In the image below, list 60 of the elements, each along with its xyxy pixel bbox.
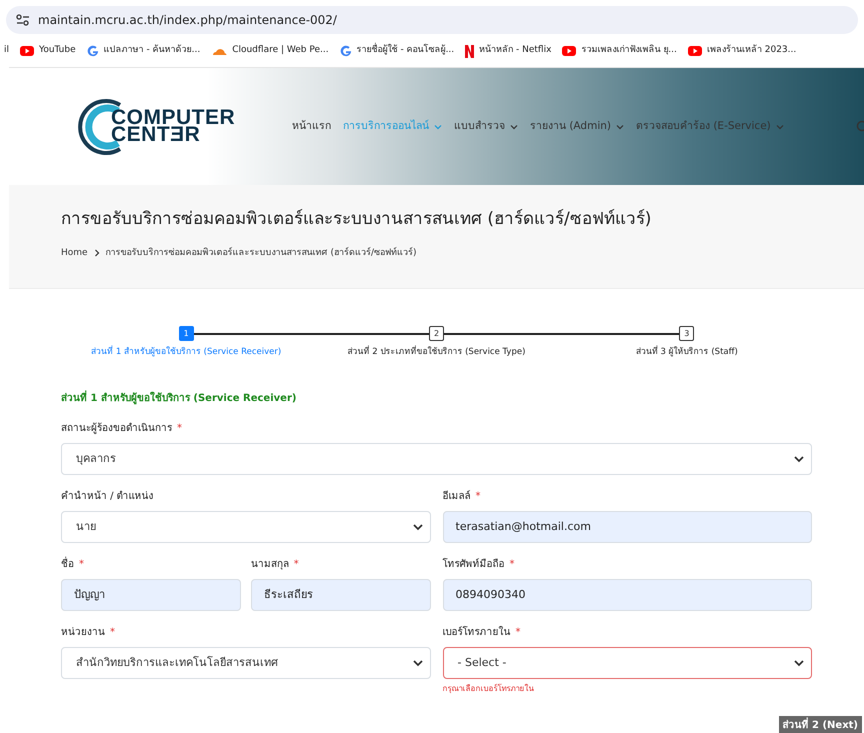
required-mark: * [110,626,115,639]
input-field[interactable]: ธีระเสถียร [250,578,430,611]
play-icon [20,46,34,56]
breadcrumb-text: การขอรับบริการซ่อมคอมพิวเตอร์และระบบงานสารสนเทศ (ฮาร์ดแวร์/ซอฟท์แวร์) [106,246,416,260]
page-title: การขอรับบริการซ่อมคอมพิวเตอร์และระบบงานสารสนเทศ (ฮาร์ดแวร์/ซอฟท์แวร์) [61,208,652,231]
input-field[interactable]: terasatian@hotmail.com [442,510,812,543]
google-g-icon [340,45,352,57]
required-mark: * [476,490,480,503]
nav-link[interactable]: แบบสำรวจ [454,118,518,134]
chevron-right-icon [94,249,100,258]
nav-link[interactable]: หน้าแรก [292,118,331,134]
input-field[interactable]: ปัญญา [61,578,241,611]
site-settings-icon [16,14,30,26]
required-mark: * [177,422,182,435]
field-label: สถานะผู้ร้องขอดำเนินการ [61,422,172,435]
step-label: ส่วนที่ 2 ประเภทที่ขอใช้บริการ (Service Type) [348,346,526,359]
breadcrumb-link[interactable]: Home [61,246,88,260]
field-label: เบอร์โทรภายใน [442,625,510,639]
required-mark: * [510,558,514,571]
netflix-n-icon [465,44,474,58]
bookmark-link[interactable]: Cloudflare | Web Pe... [232,44,329,58]
required-mark: * [79,558,84,571]
address-bar[interactable]: maintain.mcru.ac.th/index.php/maintenance-002/ [6,6,858,34]
input-field[interactable]: 0894090340 [442,578,812,611]
bookmark-link[interactable]: il [4,44,10,58]
select-field[interactable]: นาย [61,510,430,543]
step-marker[interactable]: 2 [428,326,444,341]
url-text: maintain.mcru.ac.th/index.php/maintenance-002/ [38,12,337,29]
logo-text: COMPUTER [111,108,236,126]
step-marker[interactable]: 1 [178,326,194,341]
required-mark: * [294,558,299,571]
bookmark-link[interactable]: รายชื่อผู้ใช้ - คอนโซลผู้... [356,44,454,58]
logo[interactable]: COMPUTER CENTƎR [74,94,242,158]
select-field[interactable]: บุคลากร [61,442,812,475]
select-field[interactable]: สำนักวิทยบริการและเทคโนโลยีสารสนเทศ [61,646,430,679]
nav-link[interactable]: รายงาน (Admin) [530,118,624,134]
section-title: ส่วนที่ 1 สำหรับผู้ขอใช้บริการ (Service Receiver) [61,390,298,406]
required-mark: * [516,626,520,639]
play-icon [562,46,576,56]
bookmark-link[interactable]: แปลภาษา - ค้นหาด้วย... [104,44,200,58]
error-message: กรุณาเลือกเบอร์โทรภายใน [442,682,535,695]
field-label: โทรศัพท์มือถือ [442,557,504,571]
field-label: นามสกุล [250,558,289,571]
google-g-icon [86,45,99,57]
cloud-icon [211,46,228,56]
field-label: อีเมลล์ [442,489,470,503]
bookmark-link[interactable]: รวมเพลงเก่าฟังเพลิน ยุ... [581,44,677,58]
field-label: คำนำหน้า / ตำแหน่ง [61,490,154,503]
step-marker[interactable]: 3 [679,326,694,341]
bookmark-link[interactable]: เพลงร้านเหล้า 2023... [706,44,796,58]
bookmark-link[interactable]: YouTube [39,44,76,58]
field-label: ชื่อ [61,556,74,571]
next-button[interactable]: ส่วนที่ 2 (Next) [778,716,862,733]
field-label: หน่วยงาน [61,626,105,639]
step-label: ส่วนที่ 3 ผู้ให้บริการ (Staff) [636,346,738,359]
logo-text: CENTƎR [111,126,200,142]
play-icon [688,46,702,56]
select-field[interactable]: - Select - [442,646,812,679]
step-label: ส่วนที่ 1 สำหรับผู้ขอใช้บริการ (Service Receiver) [91,346,282,359]
bookmark-link[interactable]: หน้าหลัก - Netflix [479,44,552,58]
